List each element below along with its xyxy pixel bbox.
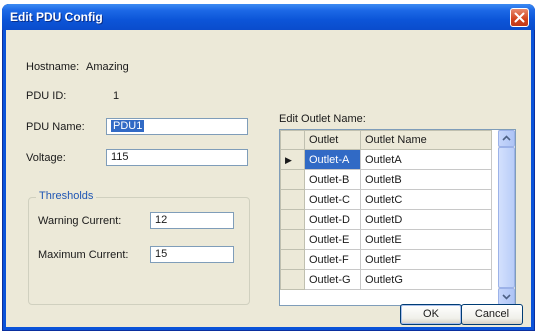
row-header[interactable] (280, 229, 305, 250)
row-header-corner (280, 130, 305, 150)
row-header[interactable] (280, 169, 305, 190)
row-header[interactable]: ▶ (280, 149, 305, 170)
row-header[interactable] (280, 269, 305, 290)
outlet-name-cell[interactable]: OutletE (360, 229, 492, 250)
dialog-window: Edit PDU Config Hostname: Amazing PDU ID… (2, 4, 535, 331)
warning-current-label: Warning Current: (38, 215, 122, 227)
hostname-value: Amazing (86, 61, 129, 73)
outlet-name-cell[interactable]: OutletA (360, 149, 492, 170)
close-button[interactable] (510, 8, 529, 27)
outlet-table: Outlet Outlet Name ▶ Outlet-A OutletA Ou… (280, 130, 492, 290)
pdu-id-label: PDU ID: (26, 90, 67, 102)
outlet-cell[interactable]: Outlet-A (304, 149, 361, 170)
title-bar[interactable]: Edit PDU Config (2, 4, 535, 30)
outlet-grid-caption: Edit Outlet Name: (279, 113, 366, 125)
chevron-down-icon (502, 294, 511, 300)
column-header-outlet-name[interactable]: Outlet Name (360, 130, 492, 150)
warning-current-input[interactable]: 12 (150, 212, 234, 229)
scroll-thumb[interactable] (498, 147, 515, 288)
pdu-name-label: PDU Name: (26, 121, 85, 133)
outlet-name-cell[interactable]: OutletB (360, 169, 492, 190)
window-title: Edit PDU Config (10, 10, 103, 24)
outlet-name-cell[interactable]: OutletD (360, 209, 492, 230)
table-row[interactable]: Outlet-F OutletF (280, 249, 492, 270)
ok-button[interactable]: OK (400, 304, 462, 325)
scroll-up-button[interactable] (498, 130, 515, 147)
pdu-id-value: 1 (113, 90, 120, 102)
pdu-name-value: PDU1 (111, 120, 145, 132)
outlet-cell[interactable]: Outlet-C (304, 189, 361, 210)
table-row[interactable]: ▶ Outlet-A OutletA (280, 149, 492, 170)
vertical-scrollbar[interactable] (498, 130, 515, 305)
chevron-up-icon (502, 135, 511, 141)
table-row[interactable]: Outlet-B OutletB (280, 169, 492, 190)
outlet-name-cell[interactable]: OutletG (360, 269, 492, 290)
table-row[interactable]: Outlet-E OutletE (280, 229, 492, 250)
row-header[interactable] (280, 249, 305, 270)
close-icon (514, 12, 525, 23)
outlet-grid[interactable]: Outlet Outlet Name ▶ Outlet-A OutletA Ou… (279, 129, 516, 306)
maximum-current-label: Maximum Current: (38, 249, 129, 261)
table-row[interactable]: Outlet-G OutletG (280, 269, 492, 290)
thresholds-legend: Thresholds (36, 190, 97, 202)
table-row[interactable]: Outlet-D OutletD (280, 209, 492, 230)
outlet-cell[interactable]: Outlet-G (304, 269, 361, 290)
grid-header-row: Outlet Outlet Name (280, 130, 492, 150)
table-row[interactable]: Outlet-C OutletC (280, 189, 492, 210)
hostname-label: Hostname: (26, 61, 80, 73)
row-header[interactable] (280, 209, 305, 230)
cancel-button[interactable]: Cancel (461, 304, 523, 325)
outlet-name-cell[interactable]: OutletC (360, 189, 492, 210)
dialog-body: Hostname: Amazing PDU ID: 1 PDU Name: PD… (6, 30, 531, 327)
voltage-input[interactable]: 115 (106, 149, 248, 166)
column-header-outlet[interactable]: Outlet (304, 130, 361, 150)
row-pointer-icon: ▶ (285, 154, 292, 165)
outlet-cell[interactable]: Outlet-E (304, 229, 361, 250)
pdu-name-input[interactable]: PDU1 (106, 118, 248, 135)
outlet-cell[interactable]: Outlet-B (304, 169, 361, 190)
outlet-cell[interactable]: Outlet-D (304, 209, 361, 230)
outlet-name-cell[interactable]: OutletF (360, 249, 492, 270)
maximum-current-input[interactable]: 15 (150, 246, 234, 263)
row-header[interactable] (280, 189, 305, 210)
outlet-cell[interactable]: Outlet-F (304, 249, 361, 270)
voltage-label: Voltage: (26, 152, 66, 164)
scroll-down-button[interactable] (498, 288, 515, 305)
